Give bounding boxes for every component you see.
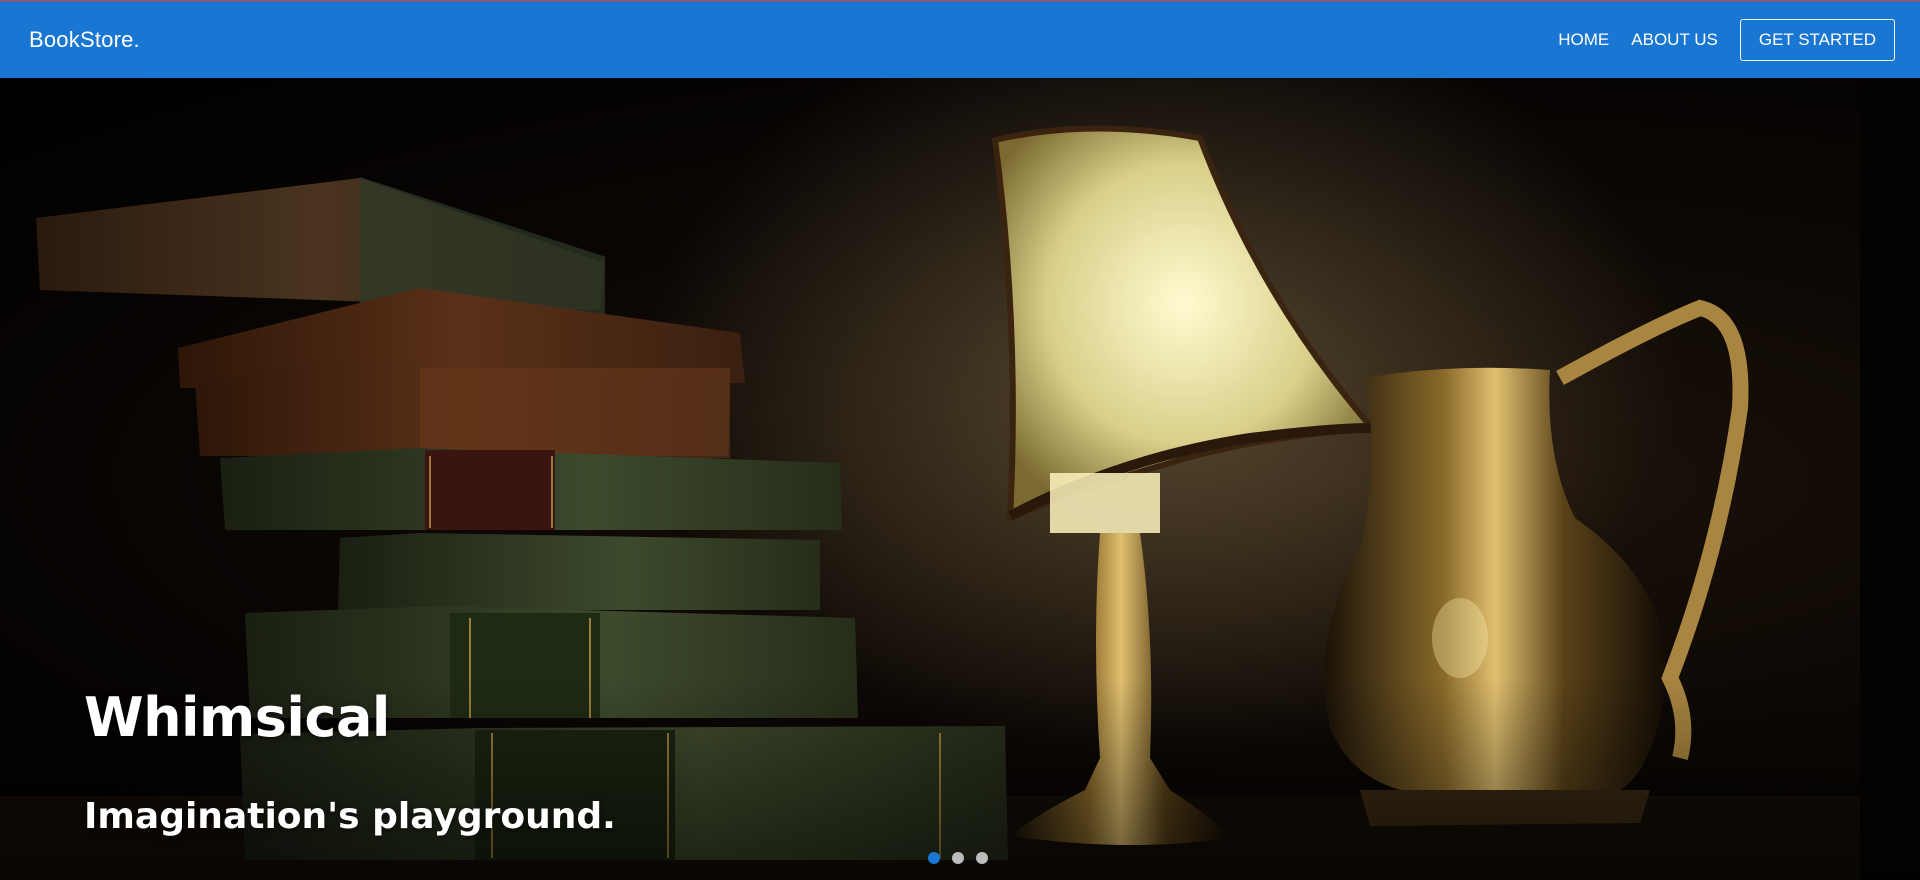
- get-started-button[interactable]: GET STARTED: [1739, 18, 1895, 61]
- brand-logo[interactable]: BookStore.: [29, 27, 140, 53]
- hero-subtitle: Imagination's playground.: [84, 796, 616, 837]
- carousel-dot-1[interactable]: [928, 852, 940, 864]
- hero-background-image: [0, 78, 1920, 880]
- hero-title: Whimsical: [84, 686, 390, 749]
- top-navbar: BookStore. HOME ABOUT US GET STARTED: [0, 0, 1920, 78]
- nav-home-link[interactable]: HOME: [1558, 30, 1609, 50]
- carousel-dot-3[interactable]: [976, 852, 988, 864]
- hero-carousel: Whimsical Imagination's playground.: [0, 78, 1920, 880]
- nav-menu: HOME ABOUT US GET STARTED: [1558, 18, 1895, 61]
- carousel-dot-2[interactable]: [952, 852, 964, 864]
- nav-about-link[interactable]: ABOUT US: [1631, 30, 1718, 50]
- carousel-indicators: [928, 852, 988, 864]
